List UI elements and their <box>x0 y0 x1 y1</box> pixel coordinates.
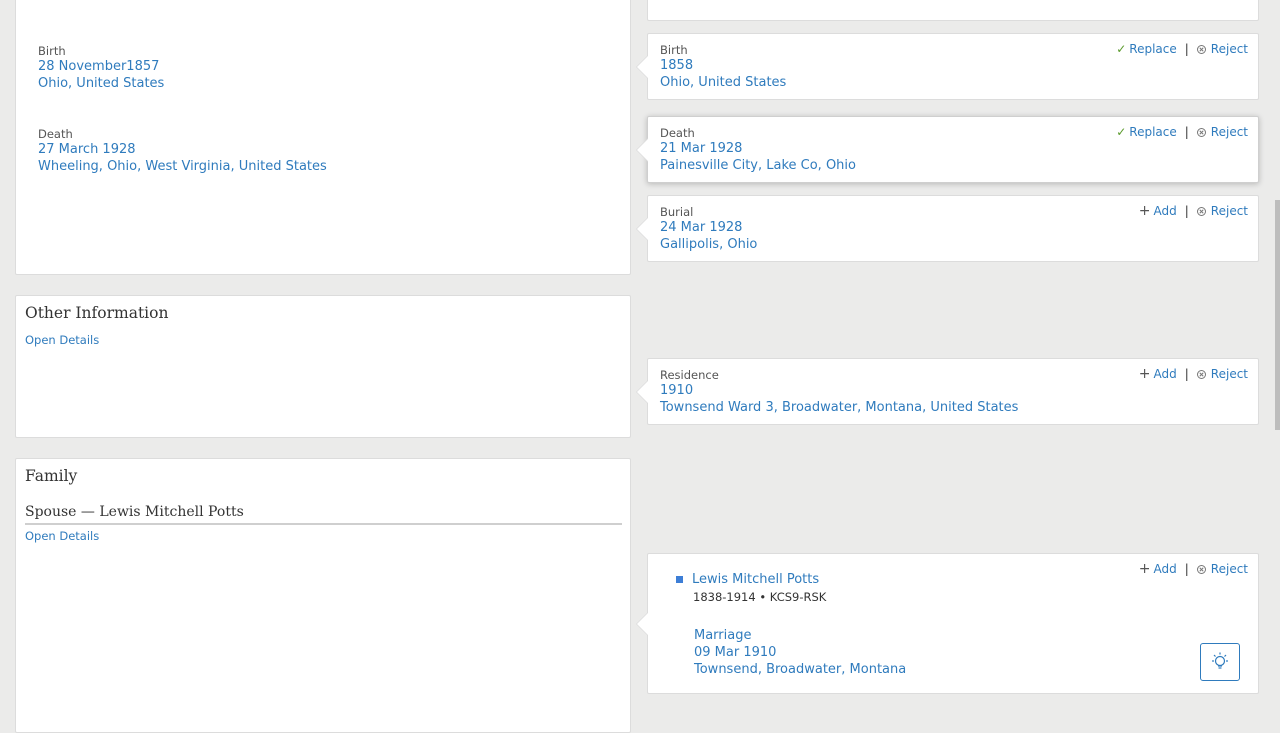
lightbulb-icon <box>1212 652 1228 669</box>
scrollbar-thumb[interactable] <box>1275 200 1280 430</box>
marriage-date[interactable]: 09 Mar 1910 <box>694 645 776 660</box>
page-scrollbar[interactable] <box>1275 0 1280 720</box>
marriage-label[interactable]: Marriage <box>694 628 751 643</box>
record-burial-place[interactable]: Gallipolis, Ohio <box>660 237 757 252</box>
spouse-name-link[interactable]: Lewis Mitchell Potts <box>692 572 819 587</box>
death-place[interactable]: Wheeling, Ohio, West Virginia, United St… <box>38 159 327 174</box>
reject-label: Reject <box>1210 562 1248 576</box>
birth-reject-button[interactable]: Reject <box>1196 42 1248 56</box>
other-information-panel: Other Information Open Details <box>15 295 631 438</box>
other-information-title: Other Information <box>25 304 169 322</box>
reject-label: Reject <box>1210 125 1248 139</box>
add-label: Add <box>1153 562 1177 576</box>
record-residence-date[interactable]: 1910 <box>660 383 693 398</box>
card-pointer <box>636 216 648 241</box>
burial-reject-button[interactable]: Reject <box>1196 204 1248 218</box>
check-icon: ✓ <box>1116 125 1127 139</box>
add-label: Add <box>1153 204 1177 218</box>
action-separator: | <box>1184 204 1189 218</box>
death-actions: ✓ Replace | Reject <box>1116 125 1248 139</box>
spouse-actions: + Add | Reject <box>1139 562 1248 576</box>
burial-actions: + Add | Reject <box>1139 204 1248 218</box>
record-burial-date[interactable]: 24 Mar 1928 <box>660 220 742 235</box>
add-label: Add <box>1153 367 1177 381</box>
burial-add-button[interactable]: + Add <box>1139 204 1177 218</box>
record-burial-card: Burial 24 Mar 1928 Gallipolis, Ohio + Add… <box>636 195 1259 262</box>
residence-actions: + Add | Reject <box>1139 367 1248 381</box>
card-pointer <box>636 137 648 162</box>
action-separator: | <box>1184 562 1189 576</box>
birth-place[interactable]: Ohio, United States <box>38 76 164 91</box>
residence-add-button[interactable]: + Add <box>1139 367 1177 381</box>
birth-replace-button[interactable]: ✓ Replace <box>1116 42 1177 56</box>
replace-label: Replace <box>1129 42 1177 56</box>
other-open-details-link[interactable]: Open Details <box>25 333 99 347</box>
record-residence-card: Residence 1910 Townsend Ward 3, Broadwat… <box>636 358 1259 425</box>
record-birth-place[interactable]: Ohio, United States <box>660 75 786 90</box>
birth-actions: ✓ Replace | Reject <box>1116 42 1248 56</box>
record-burial-label: Burial <box>660 205 694 219</box>
reject-label: Reject <box>1210 367 1248 381</box>
reject-circle-icon <box>1196 44 1206 54</box>
death-reject-button[interactable]: Reject <box>1196 125 1248 139</box>
card-pointer <box>636 611 648 636</box>
family-open-details-link[interactable]: Open Details <box>25 529 99 543</box>
spouse-heading: Spouse — Lewis Mitchell Potts <box>25 504 244 520</box>
plus-icon: + <box>1138 366 1151 382</box>
hint-lightbulb-button[interactable] <box>1200 643 1240 681</box>
reject-circle-icon <box>1196 127 1206 137</box>
marriage-place[interactable]: Townsend, Broadwater, Montana <box>694 662 906 677</box>
record-card-top-fragment <box>647 0 1259 21</box>
card-pointer <box>636 54 648 79</box>
reject-label: Reject <box>1210 204 1248 218</box>
record-death-date[interactable]: 21 Mar 1928 <box>660 141 742 156</box>
family-title: Family <box>25 467 78 485</box>
birth-label: Birth <box>38 44 66 58</box>
action-separator: | <box>1184 42 1189 56</box>
action-separator: | <box>1184 125 1189 139</box>
death-date[interactable]: 27 March 1928 <box>38 142 136 157</box>
spouse-add-button[interactable]: + Add <box>1139 562 1177 576</box>
birth-date[interactable]: 28 November1857 <box>38 59 159 74</box>
death-replace-button[interactable]: ✓ Replace <box>1116 125 1177 139</box>
plus-icon: + <box>1138 561 1151 577</box>
card-pointer <box>636 379 648 404</box>
replace-label: Replace <box>1129 125 1177 139</box>
reject-circle-icon <box>1196 206 1206 216</box>
vitals-panel: Birth 28 November1857 Ohio, United State… <box>15 0 631 275</box>
record-birth-card: Birth 1858 Ohio, United States ✓ Replace … <box>636 33 1259 100</box>
spouse-years-id: 1838-1914 • KCS9-RSK <box>693 590 827 604</box>
record-residence-place[interactable]: Townsend Ward 3, Broadwater, Montana, Un… <box>660 400 1018 415</box>
record-death-place[interactable]: Painesville City, Lake Co, Ohio <box>660 158 856 173</box>
spouse-divider <box>25 523 622 525</box>
action-separator: | <box>1184 367 1189 381</box>
plus-icon: + <box>1138 203 1151 219</box>
reject-circle-icon <box>1196 564 1206 574</box>
reject-circle-icon <box>1196 369 1206 379</box>
residence-reject-button[interactable]: Reject <box>1196 367 1248 381</box>
record-spouse-card: Lewis Mitchell Potts 1838-1914 • KCS9-RS… <box>636 553 1259 694</box>
death-label: Death <box>38 127 73 141</box>
record-death-label: Death <box>660 126 695 140</box>
reject-label: Reject <box>1210 42 1248 56</box>
spouse-bullet-icon <box>676 576 683 583</box>
spouse-reject-button[interactable]: Reject <box>1196 562 1248 576</box>
record-death-card: Death 21 Mar 1928 Painesville City, Lake… <box>636 116 1259 183</box>
record-birth-label: Birth <box>660 43 688 57</box>
record-birth-date[interactable]: 1858 <box>660 58 693 73</box>
check-icon: ✓ <box>1116 42 1127 56</box>
record-residence-label: Residence <box>660 368 719 382</box>
family-panel: Family Spouse — Lewis Mitchell Potts Ope… <box>15 458 631 733</box>
